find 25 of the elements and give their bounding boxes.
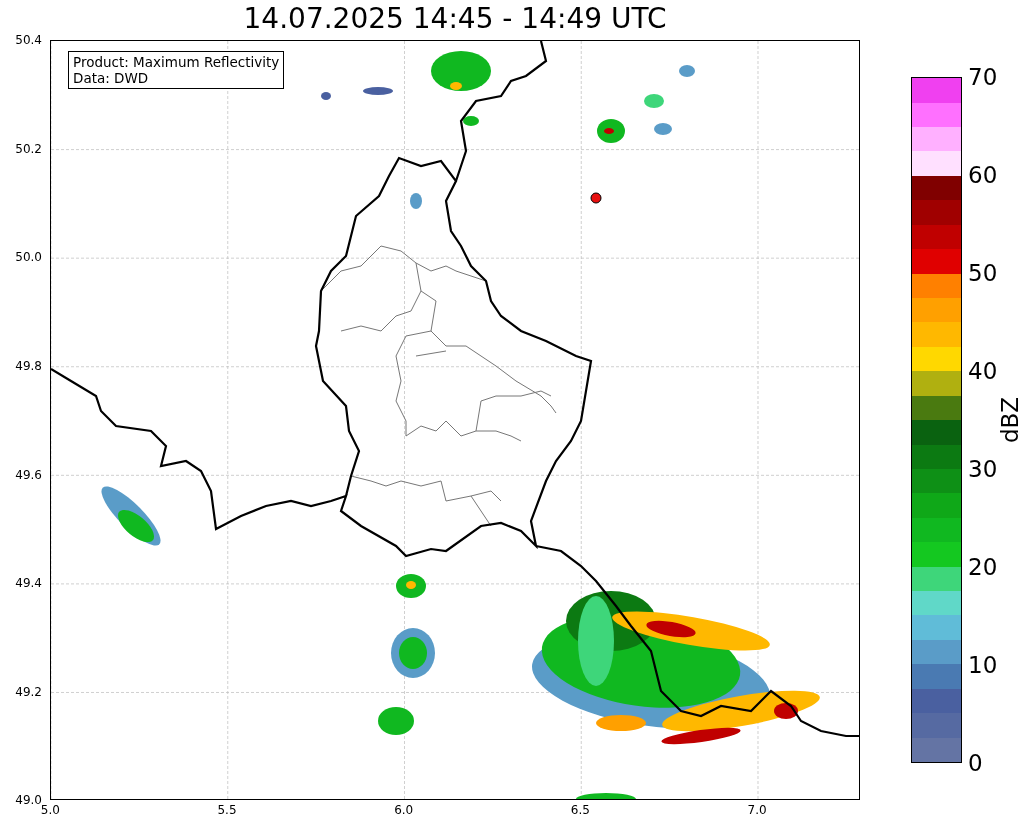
axis-tick-label: 49.2 <box>15 684 42 699</box>
colorbar-tick-label: 0 <box>968 750 983 776</box>
axis-tick-label: 5.5 <box>217 803 237 817</box>
axis-tick-label: 50.0 <box>15 250 42 265</box>
legend-text: Data: DWD <box>73 70 150 86</box>
axis-tick-label: 50.4 <box>15 33 42 48</box>
axis-tick-label: 5.0 <box>40 803 60 817</box>
legend-text: Product: Maximum Reflectivity <box>73 54 280 70</box>
chart-title: 14.07.2025 14:45 - 14:49 UTC <box>242 1 668 32</box>
colorbar-tick-label: 50 <box>968 260 998 286</box>
colorbar-tick-label: 60 <box>968 162 998 188</box>
colorbar-tick-label: 70 <box>968 64 998 90</box>
colorbar-tick-label: 40 <box>968 358 998 384</box>
axis-tick-label: 7.0 <box>747 803 767 817</box>
colorbar-tick-label: 10 <box>968 652 998 678</box>
axis-tick-label: 6.0 <box>394 803 414 817</box>
axis-tick-label: 49.0 <box>15 793 42 808</box>
axis-tick-label: 50.2 <box>15 141 42 156</box>
colorbar-label: dBZ <box>997 396 1023 444</box>
colorbar-tick-label: 30 <box>968 456 998 482</box>
axis-tick-label: 49.4 <box>15 576 42 591</box>
axis-tick-label: 49.6 <box>15 467 42 482</box>
axis-tick-label: 6.5 <box>570 803 590 817</box>
axis-tick-label: 49.8 <box>15 359 42 374</box>
colorbar-tick-label: 20 <box>968 554 998 580</box>
